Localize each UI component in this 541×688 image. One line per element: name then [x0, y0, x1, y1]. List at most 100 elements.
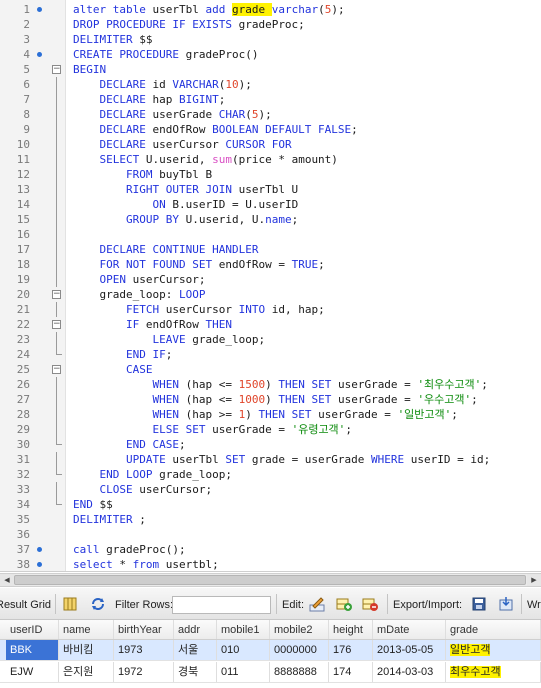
code-line[interactable]: 20 − grade_loop: LOOP [0, 287, 541, 302]
code-token: from [132, 558, 166, 571]
table-cell-addr[interactable]: 서울 [174, 640, 217, 660]
code-line[interactable]: 13 RIGHT OUTER JOIN userTbl U [0, 182, 541, 197]
line-number: 6 [23, 78, 30, 91]
code-line[interactable]: 19 OPEN userCursor; [0, 272, 541, 287]
column-header-grade[interactable]: grade [446, 620, 541, 639]
refresh-icon[interactable] [90, 596, 106, 612]
code-line[interactable]: 15 GROUP BY U.userid, U.name; [0, 212, 541, 227]
code-line[interactable]: 10 DECLARE userCursor CURSOR FOR [0, 137, 541, 152]
code-line[interactable]: 12 FROM buyTbl B [0, 167, 541, 182]
code-line[interactable]: 27 WHEN (hap <= 1000) THEN SET userGrade… [0, 392, 541, 407]
column-header-mobile2[interactable]: mobile2 [270, 620, 329, 639]
delete-row-icon[interactable] [362, 596, 378, 612]
code-line[interactable]: 28 WHEN (hap >= 1) THEN SET userGrade = … [0, 407, 541, 422]
code-line[interactable]: 5 − BEGIN [0, 62, 541, 77]
table-cell-height[interactable]: 176 [329, 640, 373, 660]
table-cell-addr[interactable]: 경북 [174, 662, 217, 682]
table-cell-userid[interactable]: EJW [6, 662, 59, 682]
code-line[interactable]: 4 CREATE PROCEDURE gradeProc() [0, 47, 541, 62]
table-cell-mobile1[interactable]: 010 [217, 640, 270, 660]
column-header-height[interactable]: height [329, 620, 373, 639]
wrap-cell-label[interactable]: Wr [527, 599, 541, 611]
code-token: TRUE [291, 258, 319, 271]
code-line[interactable]: 31 UPDATE userTbl SET grade = userGrade … [0, 452, 541, 467]
code-line[interactable]: 11 SELECT U.userid, sum(price * amount) [0, 152, 541, 167]
table-cell-name[interactable]: 은지원 [59, 662, 114, 682]
code-line[interactable]: 29 ELSE SET userGrade = '유령고객'; [0, 422, 541, 437]
fold-toggle-icon[interactable]: − [52, 365, 61, 374]
table-cell-height[interactable]: 174 [329, 662, 373, 682]
code-line[interactable]: 36 [0, 527, 541, 542]
code-line[interactable]: 18 FOR NOT FOUND SET endOfRow = TRUE; [0, 257, 541, 272]
column-header-birthyear[interactable]: birthYear [114, 620, 174, 639]
code-line[interactable]: 9 DECLARE endOfRow BOOLEAN DEFAULT FALSE… [0, 122, 541, 137]
code-token: '일반고객' [397, 408, 452, 421]
table-cell-mdate[interactable]: 2013-05-05 [373, 640, 446, 660]
code-line[interactable]: 16 [0, 227, 541, 242]
code-line[interactable]: 24 END IF; [0, 347, 541, 362]
code-line[interactable]: 38 select * from usertbl; [0, 557, 541, 571]
code-line[interactable]: 34 END $$ [0, 497, 541, 512]
column-header-mdate[interactable]: mDate [373, 620, 446, 639]
table-row[interactable]: EJW 은지원 1972 경북 011 8888888 174 2014-03-03 최우수고객 [0, 662, 541, 683]
sql-editor[interactable]: 1 alter table userTbl add grade varchar(5… [0, 0, 541, 572]
column-header-name[interactable]: name [59, 620, 114, 639]
fold-toggle-icon[interactable]: − [52, 65, 61, 74]
code-line[interactable]: 26 WHEN (hap <= 1500) THEN SET userGrade… [0, 377, 541, 392]
code-line[interactable]: 8 DECLARE userGrade CHAR(5); [0, 107, 541, 122]
import-icon[interactable] [498, 596, 514, 612]
table-cell-birthyear[interactable]: 1972 [114, 662, 174, 682]
code-line[interactable]: 37 call gradeProc(); [0, 542, 541, 557]
code-line[interactable]: 22 − IF endOfRow THEN [0, 317, 541, 332]
table-cell-mdate[interactable]: 2014-03-03 [373, 662, 446, 682]
column-header-addr[interactable]: addr [174, 620, 217, 639]
table-cell-mobile1[interactable]: 011 [217, 662, 270, 682]
result-grid-tab[interactable]: Result Grid [0, 599, 51, 611]
scroll-thumb[interactable] [14, 575, 526, 585]
code-line[interactable]: 17 DECLARE CONTINUE HANDLER [0, 242, 541, 257]
add-row-icon[interactable] [336, 596, 352, 612]
table-cell-mobile2[interactable]: 8888888 [270, 662, 329, 682]
statement-marker-icon[interactable] [37, 562, 42, 567]
statement-marker-icon[interactable] [37, 52, 42, 57]
result-grid[interactable]: userID name birthYear addr mobile1 mobile2 hei… [0, 620, 541, 688]
export-icon[interactable] [471, 596, 487, 612]
code-line[interactable]: 23 LEAVE grade_loop; [0, 332, 541, 347]
code-line[interactable]: 25 − CASE [0, 362, 541, 377]
table-cell-mobile2[interactable]: 0000000 [270, 640, 329, 660]
code-line[interactable]: 7 DECLARE hap BIGINT; [0, 92, 541, 107]
code-line[interactable]: 14 ON B.userID = U.userID [0, 197, 541, 212]
code-line[interactable]: 32 END LOOP grade_loop; [0, 467, 541, 482]
table-cell-birthyear[interactable]: 1973 [114, 640, 174, 660]
statement-marker-icon[interactable] [37, 547, 42, 552]
scroll-right-arrow-icon[interactable]: ▶ [527, 574, 541, 586]
table-cell-grade[interactable]: 최우수고객 [446, 662, 541, 682]
table-cell-name[interactable]: 바비킴 [59, 640, 114, 660]
column-header-mobile1[interactable]: mobile1 [217, 620, 270, 639]
table-cell-grade[interactable]: 일반고객 [446, 640, 541, 660]
code-line[interactable]: 33 CLOSE userCursor; [0, 482, 541, 497]
code-token: END [73, 498, 100, 511]
code-line[interactable]: 1 alter table userTbl add grade varchar(5… [0, 2, 541, 17]
scroll-left-arrow-icon[interactable]: ◀ [0, 574, 14, 586]
edit-cell-icon[interactable] [309, 596, 325, 612]
code-line[interactable]: 3 DELIMITER $$ [0, 32, 541, 47]
code-line[interactable]: 21 FETCH userCursor INTO id, hap; [0, 302, 541, 317]
editor-horizontal-scrollbar[interactable]: ◀ ▶ [0, 573, 541, 587]
cell-value: 1973 [118, 644, 143, 656]
code-line[interactable]: 6 DECLARE id VARCHAR(10); [0, 77, 541, 92]
fold-toggle-icon[interactable]: − [52, 290, 61, 299]
form-editor-icon[interactable] [62, 596, 78, 612]
column-header-userid[interactable]: userID [6, 620, 59, 639]
table-row[interactable]: BBK 바비킴 1973 서울 010 0000000 176 2013-05-05 일반고객 [0, 640, 541, 661]
statement-marker-icon[interactable] [37, 7, 42, 12]
code-line[interactable]: 2 DROP PROCEDURE IF EXISTS gradeProc; [0, 17, 541, 32]
code-line[interactable]: 35 DELIMITER ; [0, 512, 541, 527]
code-line[interactable]: 30 END CASE; [0, 437, 541, 452]
table-cell-userid[interactable]: BBK [6, 640, 59, 660]
fold-toggle-icon[interactable]: − [52, 320, 61, 329]
filter-rows-input[interactable] [172, 596, 271, 614]
